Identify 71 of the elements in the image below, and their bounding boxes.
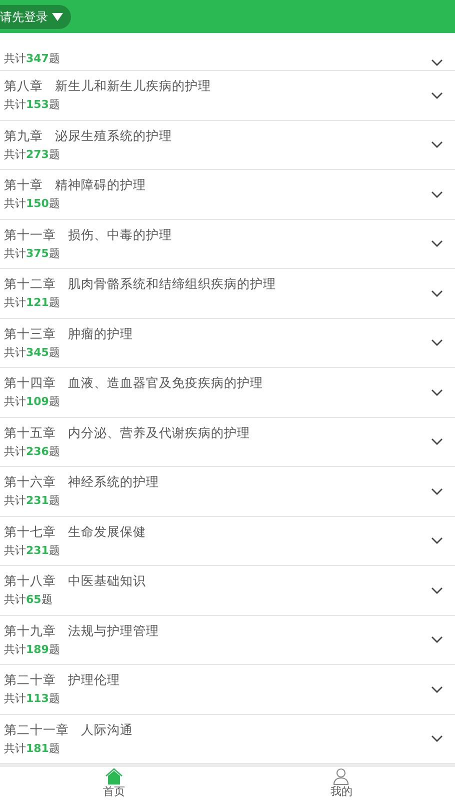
- question-count: 共计347题: [4, 52, 60, 66]
- chapter-title: 泌尿生殖系统的护理: [55, 128, 172, 144]
- chapter-row[interactable]: 第二十一章 人际沟通 共计181题: [0, 714, 455, 764]
- chevron-down-icon: [431, 586, 443, 594]
- chapter-title: 肿瘤的护理: [68, 326, 133, 342]
- caret-icon: [52, 12, 63, 20]
- question-count: 共计231题: [4, 494, 60, 508]
- chapter-row[interactable]: 第十九章 法规与护理管理 共计189题: [0, 616, 455, 665]
- chapter-number: 第九章: [4, 128, 43, 144]
- chapter-row[interactable]: 第十七章 生命发展保健 共计231题: [0, 516, 455, 566]
- chevron-down-icon: [431, 488, 443, 495]
- chapter-number: 第十一章: [4, 226, 56, 243]
- chapter-number: 第十五章: [4, 424, 56, 441]
- chapter-number: 第十八章: [4, 573, 56, 590]
- chapter-title: 护理伦理: [68, 672, 120, 688]
- chapter-title: 肌肉骨骼系统和结缔组织疾病的护理: [68, 276, 276, 292]
- question-count: 共计189题: [4, 642, 60, 657]
- chapter-row[interactable]: 第十五章 内分泌、营养及代谢疾病的护理 共计236题: [0, 418, 455, 467]
- question-count: 共计153题: [4, 98, 60, 112]
- user-icon: [333, 768, 350, 785]
- chevron-down-icon: [431, 190, 443, 198]
- question-count: 共计181题: [4, 742, 60, 756]
- home-icon: [104, 768, 123, 785]
- chapter-title: 人际沟通: [81, 722, 133, 738]
- chapter-number: 第十九章: [4, 622, 56, 639]
- chapter-title: 新生儿和新生儿疾病的护理: [55, 78, 211, 94]
- chapter-number: 第十章: [4, 177, 43, 194]
- chapter-number: 第二十一章: [4, 722, 69, 738]
- tab-item[interactable]: 我的: [228, 767, 455, 802]
- chevron-down-icon: [431, 438, 443, 446]
- chevron-down-icon: [431, 59, 443, 66]
- question-count: 共计375题: [4, 246, 60, 261]
- chapter-title: 损伤、中毒的护理: [68, 226, 172, 243]
- chevron-down-icon: [431, 339, 443, 346]
- chapter-number: 第十三章: [4, 326, 56, 342]
- chapter-number: 第八章: [4, 78, 43, 94]
- question-count: 共计345题: [4, 346, 60, 360]
- chapter-title: 法规与护理管理: [68, 622, 159, 639]
- question-count: 共计121题: [4, 296, 60, 310]
- question-count: 共计273题: [4, 148, 60, 162]
- chapter-title: 神经系统的护理: [68, 474, 159, 490]
- question-count: 共计150题: [4, 197, 60, 212]
- chevron-down-icon: [431, 686, 443, 693]
- chapter-row[interactable]: 第九章 泌尿生殖系统的护理 共计273题: [0, 120, 455, 170]
- chapter-number: 第十七章: [4, 524, 56, 540]
- chevron-down-icon: [431, 537, 443, 544]
- chevron-down-icon: [431, 141, 443, 148]
- chevron-down-icon: [431, 240, 443, 248]
- chevron-down-icon: [431, 735, 443, 742]
- chapter-number: 第十四章: [4, 375, 56, 392]
- chapter-row[interactable]: 第十一章 损伤、中毒的护理 共计375题: [0, 220, 455, 269]
- chapter-title: 精神障碍的护理: [55, 177, 146, 194]
- question-count: 共计65题: [4, 593, 52, 608]
- chapter-title: 血液、造血器官及免疫疾病的护理: [68, 375, 263, 392]
- chevron-down-icon: [431, 92, 443, 99]
- chapter-number: 第十二章: [4, 276, 56, 292]
- chevron-down-icon: [431, 290, 443, 297]
- tab-item[interactable]: 首页: [0, 767, 228, 802]
- question-count: 共计231题: [4, 544, 60, 558]
- chevron-down-icon: [431, 636, 443, 644]
- question-count: 共计113题: [4, 692, 60, 706]
- chapter-number: 第十六章: [4, 474, 56, 490]
- chapter-title: 中医基础知识: [68, 573, 146, 590]
- chapter-title: 生命发展保健: [68, 524, 146, 540]
- chapter-number: 第二十章: [4, 672, 56, 688]
- question-count: 共计109题: [4, 395, 60, 410]
- login-button[interactable]: 请先登录: [0, 4, 71, 28]
- question-count: 共计236题: [4, 444, 60, 459]
- chapter-row[interactable]: 第十三章 肿瘤的护理 共计345题: [0, 318, 455, 368]
- chevron-down-icon: [431, 388, 443, 396]
- chapter-title: 内分泌、营养及代谢疾病的护理: [68, 424, 250, 441]
